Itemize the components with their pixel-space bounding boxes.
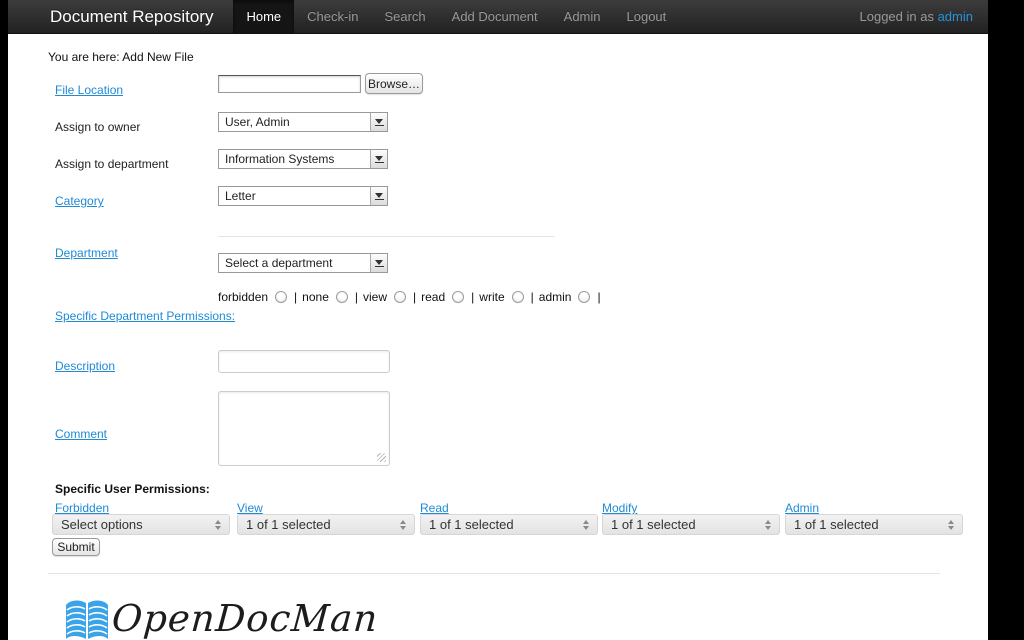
perm-option-label: view (363, 290, 387, 304)
view-multiselect-value: 1 of 1 selected (238, 517, 400, 532)
department-label[interactable]: Department (55, 246, 118, 260)
radio-admin[interactable] (578, 291, 590, 303)
perm-option-label: read (421, 290, 445, 304)
perm-col-forbidden-label[interactable]: Forbidden (55, 501, 109, 515)
assign-department-select[interactable]: Information Systems (218, 149, 388, 169)
specific-department-permissions-label[interactable]: Specific Department Permissions: (55, 309, 235, 323)
top-navbar: Document Repository Home Check-in Search… (8, 0, 988, 34)
assign-owner-value: User, Admin (219, 115, 370, 129)
specific-user-permissions-title: Specific User Permissions: (55, 482, 210, 496)
updown-arrow-icon (948, 520, 962, 530)
page-viewport: Document Repository Home Check-in Search… (8, 0, 988, 640)
separator: | (413, 290, 416, 304)
admin-multiselect-value: 1 of 1 selected (786, 517, 948, 532)
divider (218, 236, 555, 237)
perm-option-label: admin (539, 290, 572, 304)
opendocman-logo-text[interactable]: OpenDocMan (110, 597, 379, 640)
updown-arrow-icon (215, 520, 229, 530)
separator: | (597, 290, 600, 304)
radio-view[interactable] (394, 291, 406, 303)
submit-button[interactable]: Submit (52, 538, 100, 556)
radio-write[interactable] (512, 291, 524, 303)
comment-textarea[interactable] (218, 391, 390, 466)
radio-forbidden[interactable] (275, 291, 287, 303)
assign-owner-select[interactable]: User, Admin (218, 112, 388, 132)
logged-in-text: Logged in as (860, 9, 938, 24)
perm-option-label: write (479, 290, 504, 304)
divider (48, 573, 940, 574)
separator: | (294, 290, 297, 304)
separator: | (531, 290, 534, 304)
nav-item-add-document[interactable]: Add Document (439, 0, 551, 33)
updown-arrow-icon (400, 520, 414, 530)
breadcrumb: You are here: Add New File (48, 50, 194, 64)
perm-col-view-label[interactable]: View (237, 501, 263, 515)
logged-in-user-link[interactable]: admin (938, 9, 973, 24)
nav-item-home[interactable]: Home (233, 0, 294, 33)
perm-option-label: none (302, 290, 329, 304)
logged-in-status: Logged in as admin (860, 0, 989, 33)
comment-label[interactable]: Comment (55, 427, 107, 441)
updown-arrow-icon (583, 520, 597, 530)
assign-owner-label: Assign to owner (55, 120, 140, 134)
nav-item-logout[interactable]: Logout (614, 0, 680, 33)
open-book-icon (65, 599, 109, 640)
department-value: Select a department (219, 256, 370, 270)
forbidden-multiselect[interactable]: Select options (52, 514, 230, 535)
admin-multiselect[interactable]: 1 of 1 selected (785, 514, 963, 535)
forbidden-multiselect-value: Select options (53, 517, 215, 532)
assign-department-label: Assign to department (55, 157, 168, 171)
category-label[interactable]: Category (55, 194, 104, 208)
file-location-input[interactable] (218, 75, 361, 93)
view-multiselect[interactable]: 1 of 1 selected (237, 514, 415, 535)
department-permissions-radio-row: forbidden | none | view | read | write | admi… (218, 290, 606, 304)
radio-none[interactable] (336, 291, 348, 303)
file-location-label[interactable]: File Location (55, 83, 123, 97)
radio-read[interactable] (452, 291, 464, 303)
read-multiselect[interactable]: 1 of 1 selected (420, 514, 598, 535)
app-title: Document Repository (8, 0, 233, 33)
perm-col-read-label[interactable]: Read (420, 501, 449, 515)
dropdown-arrow-icon (370, 150, 387, 168)
perm-col-modify-label[interactable]: Modify (602, 501, 637, 515)
category-select[interactable]: Letter (218, 186, 388, 206)
dropdown-arrow-icon (370, 254, 387, 272)
nav-item-checkin[interactable]: Check-in (294, 0, 371, 33)
browse-button[interactable]: Browse… (365, 73, 423, 94)
dropdown-arrow-icon (370, 113, 387, 131)
dropdown-arrow-icon (370, 187, 387, 205)
description-label[interactable]: Description (55, 359, 115, 373)
department-select[interactable]: Select a department (218, 253, 388, 273)
updown-arrow-icon (765, 520, 779, 530)
modify-multiselect-value: 1 of 1 selected (603, 517, 765, 532)
resize-grip-icon[interactable] (377, 453, 386, 462)
nav-item-search[interactable]: Search (371, 0, 438, 33)
perm-col-admin-label[interactable]: Admin (785, 501, 819, 515)
separator: | (355, 290, 358, 304)
perm-option-label: forbidden (218, 290, 268, 304)
modify-multiselect[interactable]: 1 of 1 selected (602, 514, 780, 535)
category-value: Letter (219, 189, 370, 203)
separator: | (471, 290, 474, 304)
description-input[interactable] (218, 350, 390, 373)
assign-department-value: Information Systems (219, 152, 370, 166)
read-multiselect-value: 1 of 1 selected (421, 517, 583, 532)
main-nav: Home Check-in Search Add Document Admin … (233, 0, 679, 33)
nav-item-admin[interactable]: Admin (551, 0, 614, 33)
